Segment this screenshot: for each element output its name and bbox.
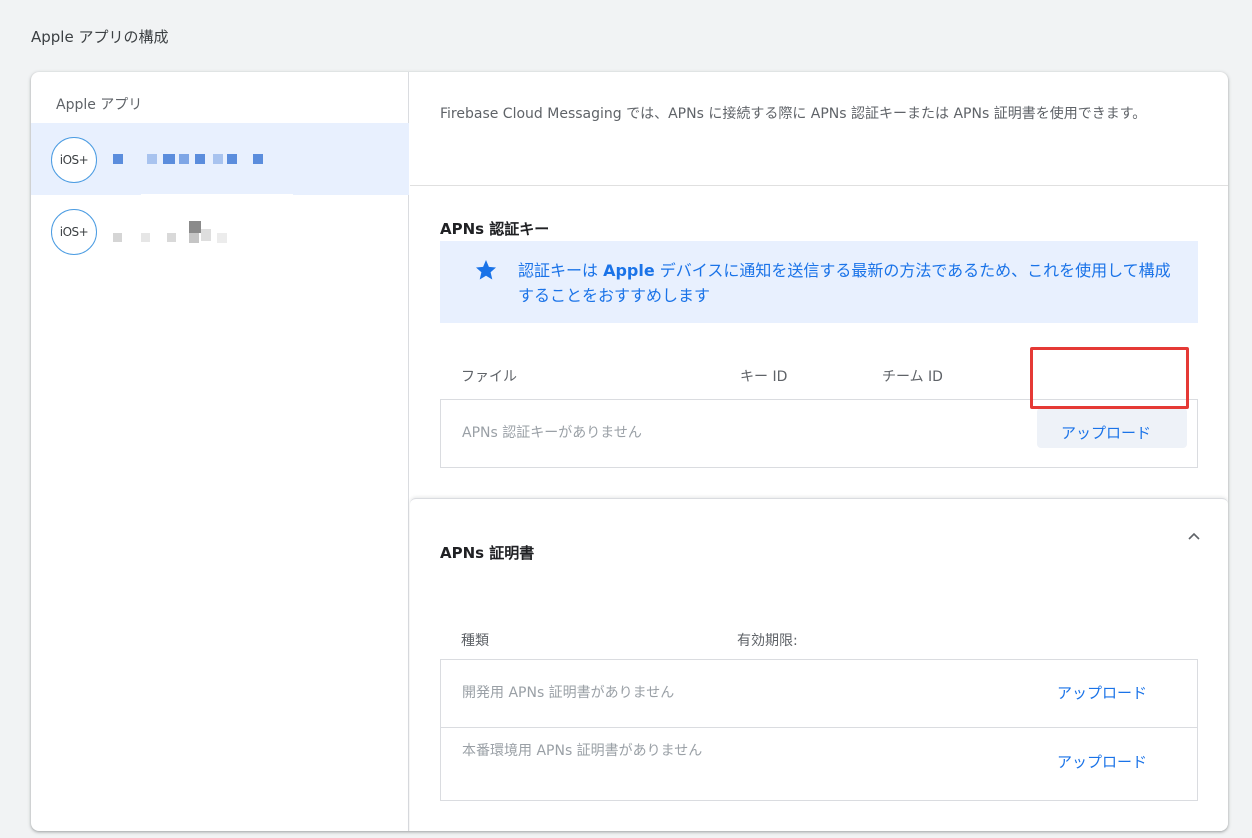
table-row: 開発用 APNs 証明書がありません アップロード bbox=[441, 660, 1197, 728]
auth-key-upload-button[interactable]: アップロード bbox=[1061, 422, 1151, 443]
certificate-section: APNs 証明書 種類 有効期限: 開発用 APNs 証明書がありません アップ… bbox=[410, 498, 1228, 831]
sidebar-heading: Apple アプリ bbox=[56, 97, 143, 113]
recommendation-callout: 認証キーは Apple デバイスに通知を送信する最新の方法であるため、これを使用… bbox=[440, 241, 1198, 323]
chevron-up-icon[interactable] bbox=[1186, 528, 1202, 544]
auth-key-table: APNs 認証キーがありません アップロード bbox=[440, 399, 1198, 468]
intro-text: Firebase Cloud Messaging では、APNs に接続する際に… bbox=[440, 106, 1147, 122]
auth-key-title: APNs 認証キー bbox=[440, 220, 550, 238]
auth-key-empty-text: APNs 認証キーがありません bbox=[462, 425, 642, 441]
app-list-item[interactable]: iOS+ bbox=[31, 195, 409, 267]
ios-platform-icon: iOS+ bbox=[51, 137, 97, 183]
redacted-app-name bbox=[113, 154, 283, 166]
config-card: Apple アプリ iOS+ iOS+ Firebase Cloud Messa… bbox=[31, 72, 1228, 831]
column-header-file: ファイル bbox=[461, 369, 517, 385]
dev-cert-upload-button[interactable]: アップロード bbox=[1057, 682, 1147, 703]
app-sidebar: Apple アプリ iOS+ iOS+ bbox=[31, 72, 409, 831]
dev-cert-empty-text: 開発用 APNs 証明書がありません bbox=[462, 685, 675, 701]
ios-platform-icon: iOS+ bbox=[51, 209, 97, 255]
app-list-item[interactable]: iOS+ bbox=[31, 123, 409, 195]
highlight-box bbox=[1030, 347, 1189, 409]
star-icon bbox=[476, 260, 496, 280]
column-header-expiry: 有効期限: bbox=[737, 633, 798, 649]
certificate-title: APNs 証明書 bbox=[440, 544, 535, 562]
prod-cert-upload-button[interactable]: アップロード bbox=[1057, 751, 1147, 772]
prod-cert-empty-text: 本番環境用 APNs 証明書がありません bbox=[462, 743, 703, 759]
callout-text: 認証キーは Apple デバイスに通知を送信する最新の方法であるため、これを使用… bbox=[518, 261, 1171, 305]
column-header-type: 種類 bbox=[461, 633, 489, 649]
table-row: 本番環境用 APNs 証明書がありません アップロード bbox=[441, 728, 1197, 801]
column-header-key-id: キー ID bbox=[740, 369, 788, 385]
redacted-app-name bbox=[113, 221, 233, 243]
page-title: Apple アプリの構成 bbox=[31, 28, 169, 46]
main-panel: Firebase Cloud Messaging では、APNs に接続する際に… bbox=[410, 72, 1228, 831]
certificate-table: 開発用 APNs 証明書がありません アップロード 本番環境用 APNs 証明書… bbox=[440, 659, 1198, 801]
column-header-team-id: チーム ID bbox=[882, 369, 943, 385]
section-divider bbox=[410, 185, 1228, 186]
